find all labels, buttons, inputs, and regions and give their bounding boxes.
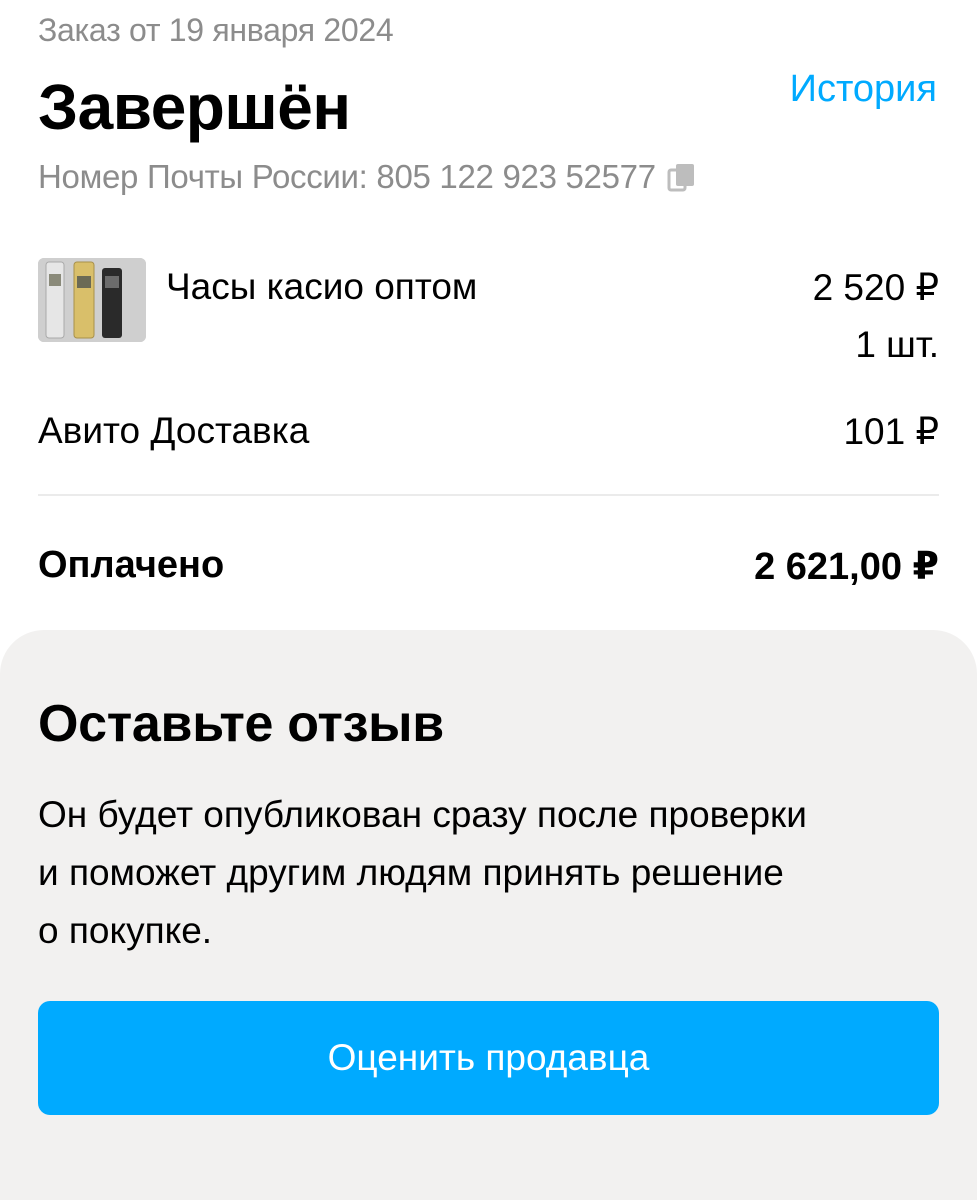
review-title: Оставьте отзыв (38, 695, 444, 753)
product-item[interactable]: Часы касио оптом 2 520 ₽ 1 шт. (38, 258, 939, 365)
rate-seller-button[interactable]: Оценить продавца (38, 1001, 939, 1115)
delivery-price: 101 ₽ (843, 411, 939, 452)
total-label: Оплачено (38, 544, 225, 586)
total-row: Оплачено 2 621,00 ₽ (38, 544, 939, 588)
review-description: Он будет опубликован сразу после проверк… (38, 786, 918, 960)
delivery-label: Авито Доставка (38, 410, 310, 451)
tracking-number-row: Номер Почты России: 805 122 923 52577 (38, 158, 698, 196)
order-status-title: Завершён (38, 71, 351, 143)
product-title[interactable]: Часы касио оптом (166, 266, 477, 308)
delivery-row: Авито Доставка 101 ₽ (38, 410, 939, 452)
review-card: Оставьте отзыв Он будет опубликован сраз… (0, 630, 977, 1200)
copy-icon[interactable] (666, 161, 698, 193)
total-amount: 2 621,00 ₽ (754, 546, 939, 588)
history-link[interactable]: История (790, 68, 937, 111)
tracking-number: Номер Почты России: 805 122 923 52577 (38, 158, 656, 195)
product-quantity: 1 шт. (855, 324, 939, 365)
review-description-line: о покупке. (38, 910, 213, 951)
order-date: Заказ от 19 января 2024 (38, 12, 394, 48)
product-thumbnail[interactable] (38, 258, 146, 342)
order-details-page: Заказ от 19 января 2024 Завершён История… (0, 0, 977, 1200)
review-description-line: Он будет опубликован сразу после проверк… (38, 794, 807, 835)
product-price: 2 520 ₽ (812, 267, 939, 308)
divider (38, 494, 939, 496)
review-description-line: и поможет другим людям принять решение (38, 852, 784, 893)
